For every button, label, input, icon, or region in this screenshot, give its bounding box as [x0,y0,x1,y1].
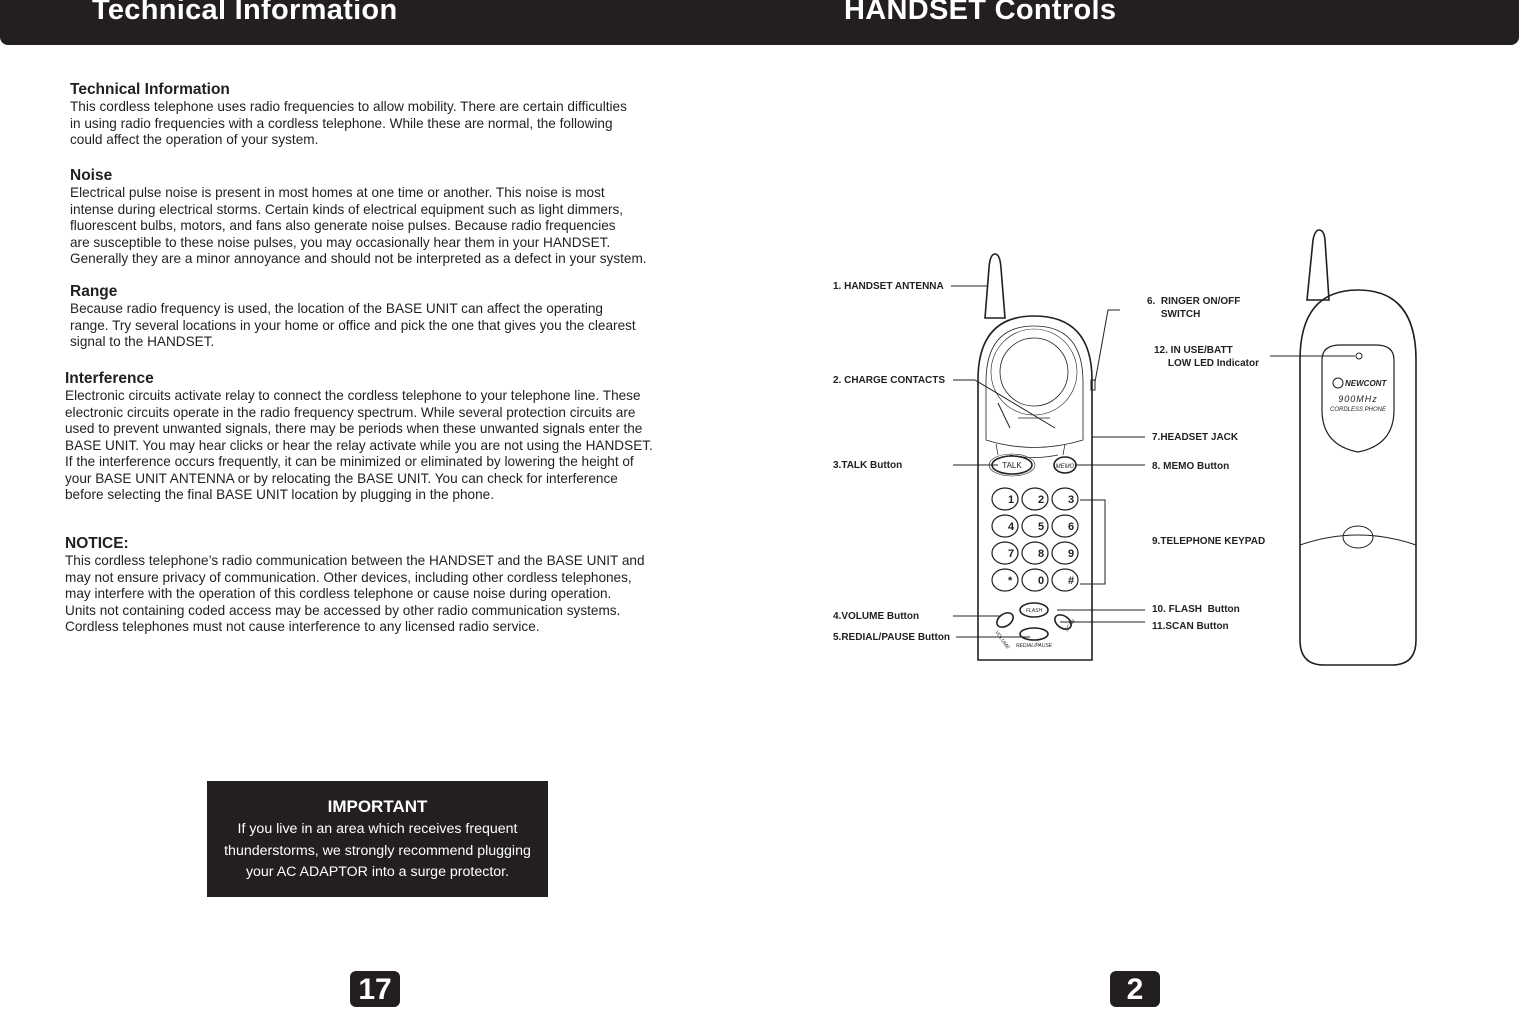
label-ringer-switch: 6. RINGER ON/OFF SWITCH [1147,296,1241,320]
redial-key-label: REDIAL/PAUSE [1016,643,1053,649]
keypad-key-label: 9 [1068,548,1074,560]
keypad-key-label: 8 [1038,548,1044,560]
keypad-key [991,568,1019,592]
label-redial-pause-button: 5.REDIAL/PAUSE Button [833,632,951,643]
antenna-back [1306,229,1330,301]
redial-pause-button [1019,627,1049,641]
keypad: 1 2 3 4 5 6 7 8 9 * 0 # [991,487,1079,592]
frequency-label: 900MHz [1338,394,1378,404]
flash-key-label: FLASH [1026,608,1043,614]
label-scan-button: 11.SCAN Button [1152,621,1229,632]
label-flash-button: 10. FLASH Button [1152,604,1240,615]
keypad-key-label: 0 [1038,575,1044,587]
product-label: CORDLESS PHONE [1330,407,1387,413]
keypad-key-label: 3 [1068,494,1074,506]
keypad-key-label: 4 [1008,521,1015,533]
handset-diagram: 1 2 3 4 5 6 7 8 9 * 0 # TALK MEMO FLASH REDIAL/PAUS… [951,229,1417,666]
label-volume-button: 4.VOLUME Button [833,611,920,622]
scan-key-label: SCAN [1064,618,1077,633]
label-led-indicator: 12. IN USE/BATT LOW LED Indicator [1154,345,1259,369]
memo-key-label: MEMO [1056,464,1075,470]
label-headset-jack: 7.HEADSET JACK [1152,432,1239,443]
label-charge-contacts: 2. CHARGE CONTACTS [833,375,946,386]
brand-logo-icon [1332,377,1344,389]
volume-key-label: VOLUME [993,630,1010,651]
back-release-button [1342,525,1374,549]
label-memo-button: 8. MEMO Button [1152,461,1230,472]
keypad-key-label: 7 [1008,548,1014,560]
keypad-key-label: 2 [1038,494,1044,506]
volume-button [996,612,1014,628]
speaker-grille [999,337,1069,407]
keypad-key-label: 5 [1038,521,1044,533]
keypad-key-label: * [1008,575,1013,587]
led-indicator [1355,352,1363,360]
keypad-key-label: 6 [1068,521,1074,533]
label-telephone-keypad: 9.TELEPHONE KEYPAD [1152,536,1266,547]
keypad-key-label: 1 [1008,494,1014,506]
brand-name: NEWCONT [1345,379,1387,388]
handset-back-body [1299,289,1417,666]
talk-key-label: TALK [1002,461,1022,470]
keypad-key-label: # [1068,575,1074,587]
label-talk-button: 3.TALK Button [833,460,903,471]
label-handset-antenna: 1. HANDSET ANTENNA [833,281,944,292]
